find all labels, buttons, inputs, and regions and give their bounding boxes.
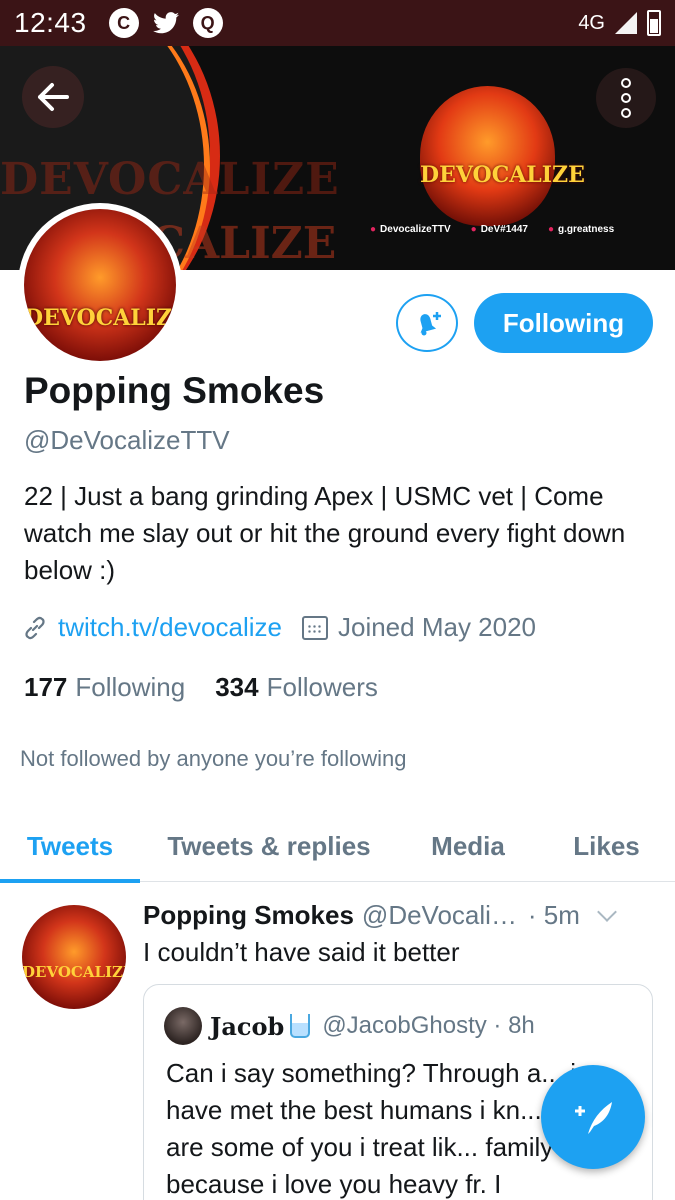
profile-joined-date: Joined May 2020: [337, 612, 537, 642]
calendar-icon: [301, 615, 328, 640]
banner-logo-text: DEVOCALIZE: [420, 162, 585, 188]
banner-socials: ● DevocalizeTTV ● DeV#1447 ● g.greatness: [370, 224, 614, 235]
status-bar: 12:43 C Q 4G: [0, 0, 675, 46]
banner-logo: DEVOCALIZE: [420, 76, 585, 226]
network-label: 4G: [578, 11, 605, 34]
q-icon: Q: [192, 8, 223, 38]
profile-meta: twitch.tv/devocalize Joined May 2020: [22, 612, 536, 643]
not-followed-notice: Not followed by anyone you’re following: [20, 746, 407, 771]
compose-feather-icon: [575, 1102, 612, 1134]
instagram-icon: ●: [547, 224, 554, 235]
more-dot-icon: [621, 108, 631, 118]
tab-tweets[interactable]: Tweets: [0, 810, 140, 883]
notifications-bell-button[interactable]: [396, 294, 458, 352]
tab-tweets-replies[interactable]: Tweets & replies: [140, 810, 398, 882]
more-dot-icon: [621, 78, 631, 88]
discord-icon: ●: [470, 224, 477, 235]
tweet-header: Popping Smokes @DeVocaliz... · 5m: [143, 900, 663, 931]
tiger-emblem-icon: [420, 86, 555, 226]
cup-emoji-icon: [290, 1014, 311, 1038]
banner-social-label: DevocalizeTTV: [380, 224, 451, 235]
quoted-tweet-author-name: Jacob: [210, 1011, 285, 1041]
banner-social-label: DeV#1447: [480, 224, 528, 235]
profile-website-link[interactable]: twitch.tv/devocalize: [58, 612, 282, 643]
status-time: 12:43: [14, 7, 87, 38]
compose-tweet-button[interactable]: [541, 1065, 645, 1169]
signal-icon: [615, 12, 637, 34]
tab-likes[interactable]: Likes: [538, 810, 675, 882]
profile-bio: 22 | Just a bang grinding Apex | USMC ve…: [24, 481, 626, 585]
banner-social-discord: ● DeV#1447: [471, 224, 528, 235]
banner-ghost-text: DEVOCALIZE: [0, 154, 340, 205]
battery-icon: [647, 10, 661, 36]
more-options-button[interactable]: [596, 68, 656, 128]
tab-media[interactable]: Media: [398, 810, 538, 882]
following-label[interactable]: Following: [75, 672, 185, 703]
following-count[interactable]: 177: [24, 672, 67, 703]
bell-plus-icon: [420, 312, 441, 336]
twitter-icon: ●: [370, 224, 377, 235]
tweet-author-handle: @DeVocaliz...: [361, 900, 522, 930]
banner-social-label: g.greatness: [558, 224, 615, 235]
followers-count[interactable]: 334: [215, 672, 258, 703]
tweet-text: I couldn’t have said it better: [143, 937, 460, 967]
profile-avatar[interactable]: DEVOCALIZE: [18, 203, 182, 367]
back-button[interactable]: [22, 66, 84, 128]
quoted-tweet-header: Jacob @JacobGhosty · 8h: [164, 1007, 535, 1045]
banner-social-instagram: ● g.greatness: [548, 224, 614, 235]
link-icon: [25, 616, 45, 639]
banner-social-twitter: ● DevocalizeTTV: [370, 224, 451, 235]
chevron-down-icon[interactable]: [597, 901, 617, 922]
tweet-timestamp: · 5m: [527, 900, 580, 930]
profile-handle: @DeVocalizeTTV: [24, 425, 230, 455]
tweet-avatar[interactable]: DEVOCALIZE: [22, 905, 126, 1009]
c-icon: C: [108, 8, 139, 38]
profile-name: Popping Smokes: [24, 370, 325, 411]
twitter-bird-icon: [151, 8, 181, 38]
tweet-author-name[interactable]: Popping Smokes: [143, 900, 354, 931]
arrow-left-icon: [38, 83, 69, 111]
more-dot-icon: [621, 93, 631, 103]
followers-label[interactable]: Followers: [267, 672, 378, 703]
status-right: 4G: [578, 10, 661, 36]
tweet-avatar-logo-text: DEVOCALIZE: [22, 963, 126, 981]
quoted-tweet-handle: @JacobGhosty · 8h: [322, 1012, 535, 1039]
notification-icons: C Q: [108, 8, 223, 38]
avatar-logo-text: DEVOCALIZE: [24, 305, 176, 331]
profile-tabs: Tweets Tweets & replies Media Likes: [0, 810, 675, 883]
avatar-image: DEVOCALIZE: [24, 209, 176, 361]
quoted-tweet-avatar: [164, 1007, 202, 1045]
follow-counts: 177 Following 334 Followers: [24, 672, 408, 703]
following-button[interactable]: Following: [474, 293, 653, 353]
